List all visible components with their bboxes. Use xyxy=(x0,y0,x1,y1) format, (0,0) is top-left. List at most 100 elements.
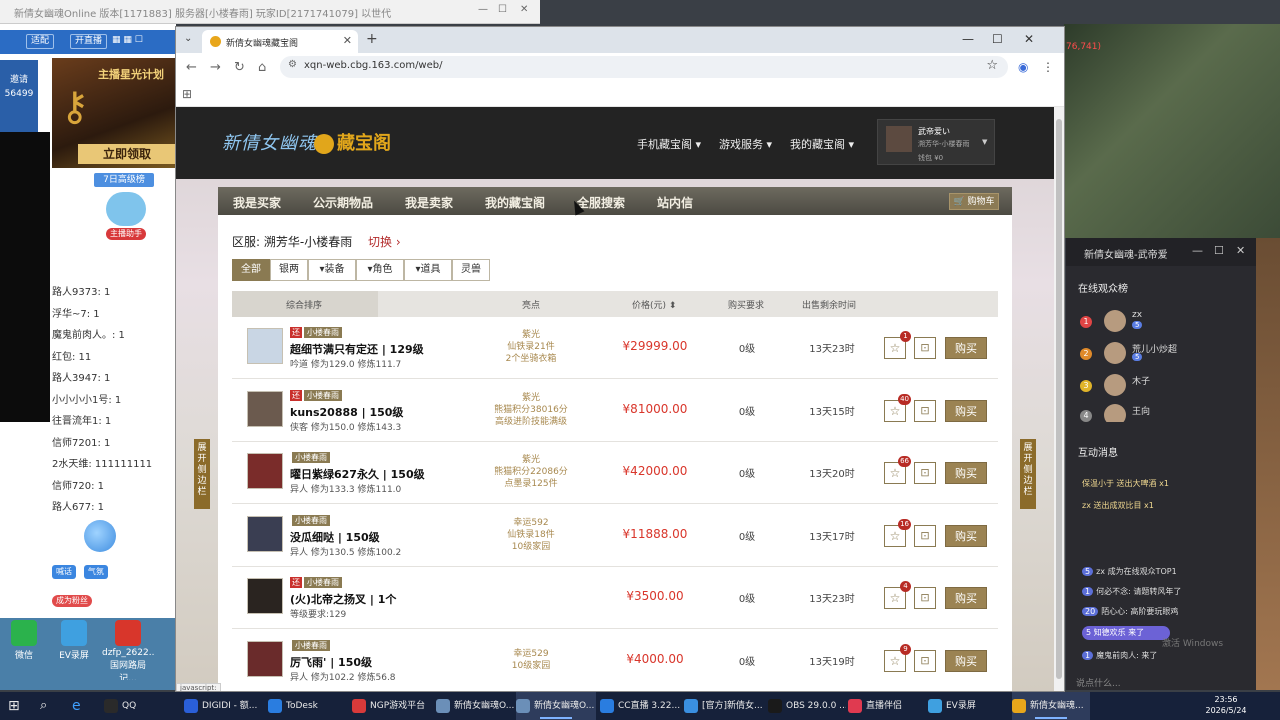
close-tab-icon[interactable]: ✕ xyxy=(343,34,352,47)
chevron-down-icon[interactable]: ▼ xyxy=(982,138,987,146)
site-info-icon[interactable]: ⚙ xyxy=(288,59,297,70)
table-row[interactable]: 还小楼春雨 kuns20888 | 150级 侠客 修为150.0 修炼143.3 紫… xyxy=(232,379,998,442)
add-to-cart-icon[interactable]: ⊡ xyxy=(914,337,936,359)
reload-icon[interactable]: ↻ xyxy=(234,60,245,75)
item-name[interactable]: 超细节满只有定还 | 129级 xyxy=(290,341,424,357)
add-to-cart-icon[interactable]: ⊡ xyxy=(914,399,936,422)
category-equipment[interactable]: ▾装备 xyxy=(308,259,356,281)
buy-button[interactable]: 购买 xyxy=(945,399,987,422)
item-name[interactable]: (火)北帝之扬叉 | 1个 xyxy=(290,591,396,607)
taskbar-app[interactable]: NGP游戏平台 xyxy=(352,692,432,720)
promo-cta-button[interactable]: 立即领取 xyxy=(78,144,176,164)
cbg-logo[interactable]: 藏宝阁 xyxy=(314,129,391,155)
promo-banner[interactable]: ⚷ 主播星光计划 立即领取 xyxy=(52,58,176,168)
item-avatar[interactable] xyxy=(247,453,283,489)
game-logo[interactable]: 新倩女幽魂 xyxy=(222,129,317,155)
taskbar-app[interactable]: 直播伴侣 xyxy=(848,692,924,720)
item-avatar[interactable] xyxy=(247,515,283,552)
taskbar-app[interactable]: OBS 29.0.0 ... xyxy=(768,692,846,720)
taskbar-app[interactable]: QQ xyxy=(104,692,180,720)
item-avatar[interactable] xyxy=(247,328,283,364)
tab-cbg[interactable]: 新倩女幽魂藏宝阁 ✕ xyxy=(202,30,358,53)
favorite-star-icon[interactable]: ☆ 66 xyxy=(884,456,911,484)
cart-button[interactable]: 🛒 购物车 xyxy=(949,193,999,210)
taskbar-app[interactable]: 新倩女幽魂O... xyxy=(436,692,514,720)
chat-input[interactable]: 说点什么... xyxy=(1076,676,1246,690)
nav-my-cbg[interactable]: 我的藏宝阁 ▾ xyxy=(790,136,854,152)
shout-button[interactable]: 喊话 xyxy=(52,565,76,579)
maximize-icon[interactable]: ☐ xyxy=(1214,244,1224,257)
item-name[interactable]: 没瓜细哒 | 150级 xyxy=(290,529,380,545)
add-to-cart-icon[interactable]: ⊡ xyxy=(914,649,936,672)
item-name[interactable]: 曜日紫绿627永久 | 150级 xyxy=(290,466,425,482)
mascot-icon[interactable] xyxy=(106,192,146,226)
buy-button[interactable]: 购买 xyxy=(945,524,987,547)
home-icon[interactable]: ⌂ xyxy=(258,60,266,75)
back-icon[interactable]: ← xyxy=(186,60,197,75)
buy-button[interactable]: 购买 xyxy=(945,337,987,359)
forward-icon[interactable]: → xyxy=(210,60,221,75)
close-icon[interactable]: ✕ xyxy=(1024,32,1034,46)
bookmark-star-icon[interactable]: ☆ xyxy=(986,58,998,73)
become-fan-button[interactable]: 成为粉丝 xyxy=(52,595,92,607)
buy-button[interactable]: 购买 xyxy=(945,462,987,484)
taskbar-app[interactable]: DIGIDI - 额... xyxy=(184,692,264,720)
add-to-cart-icon[interactable]: ⊡ xyxy=(914,462,936,484)
favorite-star-icon[interactable]: ☆ 1 xyxy=(884,331,911,359)
menu-icon[interactable]: ⋮ xyxy=(1042,60,1054,74)
maximize-icon[interactable]: ☐ xyxy=(992,32,1003,46)
nav-buyer[interactable]: 我是买家 xyxy=(233,194,281,211)
category-item[interactable]: ▾道具 xyxy=(404,259,452,281)
taskbar-app[interactable]: ToDesk xyxy=(268,692,348,720)
table-row[interactable]: 小楼春雨 曜日紫绿627永久 | 150级 异人 修为133.3 修炼111.0 紫光… xyxy=(232,442,998,504)
taskbar-app[interactable]: [官方]新倩女... xyxy=(684,692,764,720)
edge-browser-icon[interactable]: e xyxy=(72,692,81,720)
windows-start-icon[interactable]: ⊞ xyxy=(8,692,20,720)
maximize-icon[interactable]: ☐ xyxy=(498,4,507,15)
close-icon[interactable]: ✕ xyxy=(1236,244,1245,257)
viewer-row[interactable]: 2 荒儿小炒超 5 xyxy=(1080,342,1250,368)
item-avatar[interactable] xyxy=(247,578,283,614)
desktop-icon-wechat[interactable]: 微信 xyxy=(2,620,46,661)
mascot-tag[interactable]: 主播助手 xyxy=(106,228,146,240)
scrollbar-thumb[interactable] xyxy=(1056,119,1062,679)
add-to-cart-icon[interactable]: ⊡ xyxy=(914,524,936,547)
col-sort[interactable]: 综合排序 xyxy=(286,298,322,311)
add-to-cart-icon[interactable]: ⊡ xyxy=(914,587,936,609)
taskbar-app[interactable]: EV录屏 xyxy=(928,692,1008,720)
adapt-button[interactable]: 适配 xyxy=(26,34,55,49)
favorite-star-icon[interactable]: ☆ 16 xyxy=(884,518,911,547)
user-box[interactable]: 武帝爱い 溯芳华-小楼春雨 钱包 ¥0 ▼ xyxy=(877,119,995,165)
close-icon[interactable]: ✕ xyxy=(520,4,528,15)
favorite-star-icon[interactable]: ☆ 4 xyxy=(884,581,911,609)
nav-seller[interactable]: 我是卖家 xyxy=(405,194,453,211)
item-name[interactable]: kuns20888 | 150级 xyxy=(290,404,403,420)
system-clock[interactable]: 23:56 2026/5/24 xyxy=(1196,694,1256,716)
favorite-star-icon[interactable]: ☆ 9 xyxy=(884,643,911,672)
invite-box[interactable]: 邀请 56499 xyxy=(0,60,38,132)
category-pet[interactable]: 灵兽 xyxy=(452,259,490,281)
mood-button[interactable]: 气氛 xyxy=(83,565,108,579)
table-row[interactable]: 还小楼春雨 超细节满只有定还 | 129级 吟道 修为129.0 修炼111.7 紫光… xyxy=(232,317,998,379)
viewer-row[interactable]: 3 木子 xyxy=(1080,374,1250,400)
nav-game-service[interactable]: 游戏服务 ▾ xyxy=(719,136,772,152)
profile-icon[interactable]: ◉ xyxy=(1018,60,1028,74)
search-icon[interactable]: ⌕ xyxy=(40,692,47,720)
taskbar-app[interactable]: CC直播 3.22.... xyxy=(600,692,680,720)
item-avatar[interactable] xyxy=(247,640,283,677)
item-name[interactable]: 厉飞雨' | 150级 xyxy=(290,654,372,670)
buy-button[interactable]: 购买 xyxy=(945,649,987,672)
expand-sidebar-right[interactable]: 展开侧边栏 xyxy=(1020,439,1036,509)
url-input[interactable]: ⚙ xqn-web.cbg.163.com/web/ ☆ xyxy=(280,56,1008,78)
desktop-icon-pdf[interactable]: dzfp_2622... 国网路局记... xyxy=(102,620,154,680)
nav-my-cbg-main[interactable]: 我的藏宝阁 xyxy=(485,194,545,211)
viewer-row[interactable]: 1 zx 5 xyxy=(1080,310,1250,336)
apps-grid-icon[interactable]: ⊞ xyxy=(182,87,192,101)
item-avatar[interactable] xyxy=(247,390,283,427)
minimize-icon[interactable]: — xyxy=(962,32,974,46)
nav-global-search[interactable]: 全服搜索 xyxy=(577,194,625,211)
nav-public[interactable]: 公示期物品 xyxy=(313,194,373,211)
nav-mobile-cbg[interactable]: 手机藏宝阁 ▾ xyxy=(637,136,701,152)
expand-sidebar-left[interactable]: 展开侧边栏 xyxy=(194,439,210,509)
taskbar-app[interactable]: 新倩女幽魂O... xyxy=(516,692,596,720)
